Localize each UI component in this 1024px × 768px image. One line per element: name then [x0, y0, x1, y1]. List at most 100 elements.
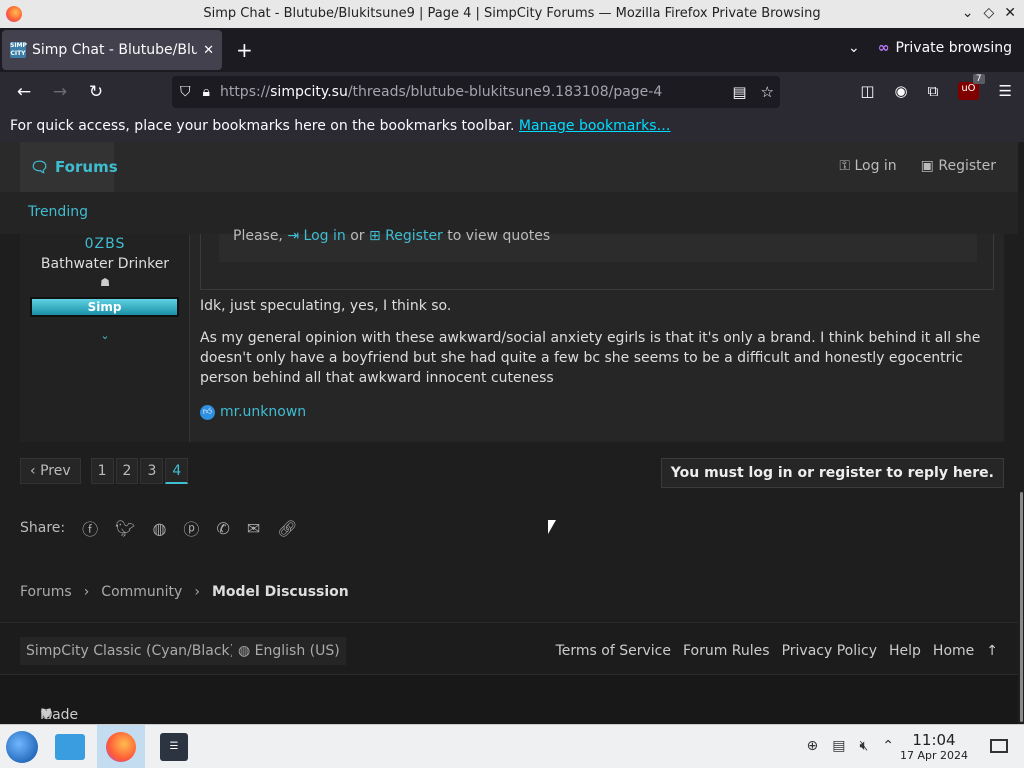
reload-button[interactable]: ↻ [78, 82, 114, 102]
close-tab-icon[interactable]: ✕ [203, 43, 214, 58]
chevron-right-icon: › [83, 584, 90, 600]
home-link[interactable]: Home [933, 643, 974, 659]
footer-bar: SimpCity Classic (Cyan/Black) ◍ English … [0, 622, 1018, 674]
tracking-protection-shield-icon[interactable]: ⛉ [180, 84, 191, 100]
navigation-toolbar: ← → ↻ ⛉ 🔒︎ https://simpcity.su/threads/b… [0, 72, 1024, 112]
user-status-icon: ☗ [100, 276, 110, 289]
tray-expand-icon[interactable]: ⌃ [882, 738, 894, 754]
page-2-link[interactable]: 2 [115, 458, 139, 484]
manage-bookmarks-link[interactable]: Manage bookmarks… [519, 118, 671, 134]
maximize-button[interactable]: ◇ [983, 5, 994, 21]
reader-view-icon[interactable]: ▤ [732, 83, 746, 101]
style-chooser[interactable]: SimpCity Classic (Cyan/Black) [20, 637, 242, 665]
share-bar: Share: ⓕ 🐦︎ ◍ ⓟ ✆ ✉ 🔗︎ [20, 516, 298, 540]
list-all-tabs-button[interactable]: ⌄ [848, 40, 860, 56]
user-banner: Simp [30, 297, 179, 317]
whatsapp-icon[interactable]: ✆ [216, 519, 229, 538]
trending-link[interactable]: Trending [28, 204, 88, 220]
page-scrollbar[interactable] [1018, 142, 1024, 724]
tab-strip: SIMP CITY Simp Chat - Blutube/Bluk ✕ + ⌄… [0, 28, 1024, 72]
breadcrumb-community[interactable]: Community [101, 584, 182, 600]
ublock-count-badge: 7 [972, 74, 985, 84]
file-manager-icon[interactable] [46, 725, 94, 768]
chevron-right-icon: › [194, 584, 200, 600]
url-host: simpcity.su [270, 84, 348, 100]
extensions-icon[interactable]: ⧉ [928, 82, 939, 100]
taskbar: ☰ ⊕ ▤ 🔇︎ ⌃ 11:04 17 Apr 2024 [0, 724, 1024, 768]
email-icon[interactable]: ✉ [247, 519, 260, 538]
start-menu-icon[interactable] [6, 731, 38, 763]
bookmarks-toolbar: For quick access, place your bookmarks h… [0, 112, 1024, 142]
user-title: Bathwater Drinker [40, 256, 170, 272]
pagination: ‹ Prev 1 2 3 4 [20, 458, 189, 484]
clock[interactable]: 11:04 17 Apr 2024 [900, 731, 968, 762]
post-body: Idk, just speculating, yes, I think so. … [200, 296, 996, 400]
privacy-link[interactable]: Privacy Policy [782, 643, 877, 659]
breadcrumb-forums[interactable]: Forums [20, 584, 72, 600]
pinterest-icon[interactable]: ⓟ [183, 516, 199, 540]
quote-register-link[interactable]: ⊞ Register [369, 228, 443, 244]
language-chooser[interactable]: ◍ English (US) [232, 637, 346, 665]
breadcrumb: Forums › Community › Model Discussion [20, 584, 349, 600]
page-viewport: 🗨︎ Forums ⚿ Log in ▣ Register Trending 0… [0, 142, 1018, 724]
forums-chat-icon: 🗨︎ [30, 158, 50, 176]
volume-muted-icon[interactable]: 🔇︎ [859, 738, 868, 754]
page-3-link[interactable]: 3 [140, 458, 164, 484]
window-titlebar: Simp Chat - Blutube/Blukitsune9 | Page 4… [0, 0, 1024, 28]
facebook-icon[interactable]: ⓕ [82, 516, 98, 540]
footer-copyright: Made with lots of ♥ © SimpCity.su, 2024 [0, 674, 1018, 724]
breadcrumb-model-discussion[interactable]: Model Discussion [212, 584, 349, 600]
reaction-user[interactable]: mr.unknown [220, 404, 306, 420]
network-icon[interactable]: ⊕ [806, 738, 818, 754]
forward-button[interactable]: → [42, 82, 78, 102]
back-button[interactable]: ← [6, 82, 42, 102]
login-link[interactable]: ⚿ Log in [839, 158, 896, 174]
key-icon: ⚿ [839, 158, 855, 174]
private-browsing-indicator: ∞ Private browsing [877, 40, 1012, 56]
expand-user-info-icon[interactable]: ⌄ [20, 329, 190, 342]
help-link[interactable]: Help [889, 643, 921, 659]
link-icon[interactable]: 🔗︎ [277, 519, 297, 538]
globe-icon: ◍ [238, 643, 255, 659]
minimize-button[interactable]: ⌄ [962, 5, 974, 21]
post-username[interactable]: 0ZBS [20, 236, 190, 252]
prev-page-button[interactable]: ‹ Prev [20, 458, 81, 484]
register-link[interactable]: ▣ Register [921, 158, 996, 174]
mouse-cursor-icon [548, 520, 556, 534]
quote-login-link[interactable]: ⇥ Log in [287, 228, 345, 244]
pocket-icon[interactable]: ◫ [860, 82, 874, 100]
rules-link[interactable]: Forum Rules [683, 643, 770, 659]
new-tab-button[interactable]: + [236, 38, 253, 62]
tab-simp-chat[interactable]: SIMP CITY Simp Chat - Blutube/Bluk ✕ [2, 30, 222, 70]
post-paragraph: Idk, just speculating, yes, I think so. [200, 298, 452, 314]
clipboard-tray-icon[interactable]: ▤ [832, 738, 845, 754]
show-desktop-icon[interactable] [990, 739, 1008, 753]
scroll-top-icon[interactable]: ↑ [986, 643, 998, 659]
clipboard-icon: ▣ [920, 158, 939, 174]
forum-post: 0ZBS Bathwater Drinker ☗ Simp ⌄ Please, … [20, 229, 1004, 442]
bookmarks-hint: For quick access, place your bookmarks h… [10, 118, 515, 134]
scrollbar-thumb[interactable] [1020, 492, 1023, 722]
page-1-link[interactable]: 1 [90, 458, 114, 484]
page-4-link[interactable]: 4 [165, 458, 189, 484]
padlock-icon[interactable]: 🔒︎ [203, 84, 210, 100]
url-bar[interactable]: ⛉ 🔒︎ https://simpcity.su/threads/blutube… [172, 76, 780, 108]
ublock-origin-icon[interactable]: uO 7 [958, 74, 985, 100]
twitter-icon[interactable]: 🐦︎ [115, 519, 135, 538]
app-menu-icon[interactable]: ☰ [999, 82, 1012, 100]
like-icon: 👍︎ [200, 404, 215, 420]
close-window-button[interactable]: ✕ [1004, 5, 1016, 21]
tab-title: Simp Chat - Blutube/Bluk [32, 42, 198, 58]
terms-link[interactable]: Terms of Service [556, 643, 671, 659]
terminal-icon[interactable]: ☰ [150, 725, 198, 768]
reddit-icon[interactable]: ◍ [152, 519, 166, 538]
firefox-taskbar-icon[interactable] [97, 725, 145, 768]
reactions-bar[interactable]: 👍︎ mr.unknown [200, 404, 306, 420]
site-header: 🗨︎ Forums ⚿ Log in ▣ Register [0, 142, 1018, 192]
account-icon[interactable]: ◉ [895, 82, 908, 100]
bookmark-star-icon[interactable]: ☆ [761, 83, 774, 101]
quote-block: Please, ⇥ Log in or ⊞ Register to view q… [200, 229, 994, 290]
login-to-reply-button[interactable]: You must log in or register to reply her… [660, 458, 1004, 488]
nav-forums-tab[interactable]: 🗨︎ Forums [20, 142, 118, 192]
url-path: /threads/blutube-blukitsune9.183108/page… [347, 84, 663, 100]
